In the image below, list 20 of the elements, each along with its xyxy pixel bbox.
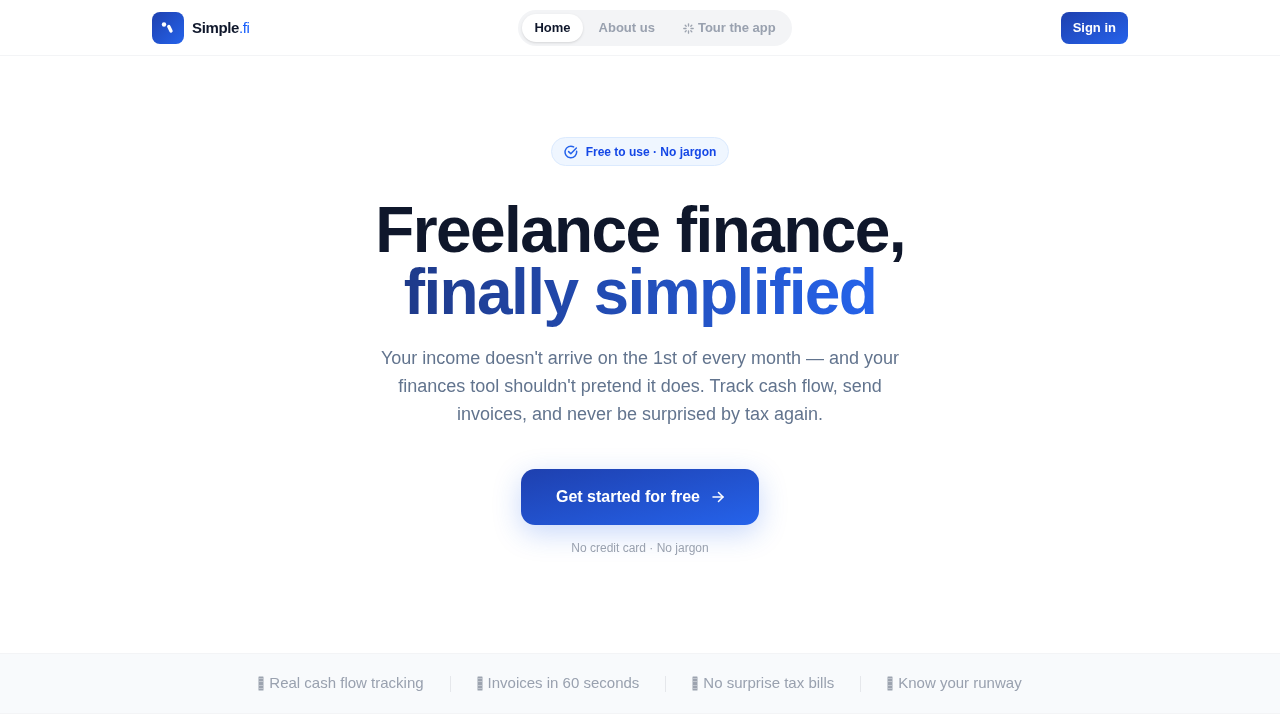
headline: Freelance finance, [375, 199, 905, 261]
cta-note: No credit card · No jargon [571, 540, 709, 556]
missing-glyph-icon [887, 676, 894, 691]
hero-description: Your income doesn't arrive on the 1st of every month — and your finances tool shouldn't pretend it does. Track cash flow, send invoices, and never be surprised by tax again. [379, 347, 901, 426]
nav-tab[interactable]: Home [522, 14, 583, 42]
get-started-button[interactable]: Get started for free [521, 469, 759, 525]
badge-text: Free to use · No jargon [585, 143, 717, 161]
feature-label: Invoices in 60 seconds [487, 673, 640, 694]
circle-check-icon [563, 144, 578, 159]
feature-label: No surprise tax bills [703, 673, 835, 694]
brand-name[interactable]: Simple.fi [192, 16, 250, 40]
feature-label: Know your runway [898, 673, 1022, 694]
feature-label: Real cash flow tracking [269, 673, 424, 694]
missing-glyph-icon [258, 676, 265, 691]
sign-in-button[interactable]: Sign in [1060, 12, 1128, 44]
arrow-right-icon [712, 491, 724, 503]
missing-glyph-icon [692, 676, 699, 691]
sparkle-icon [682, 22, 694, 34]
logo-icon[interactable] [152, 12, 184, 44]
missing-glyph-icon [476, 676, 483, 691]
